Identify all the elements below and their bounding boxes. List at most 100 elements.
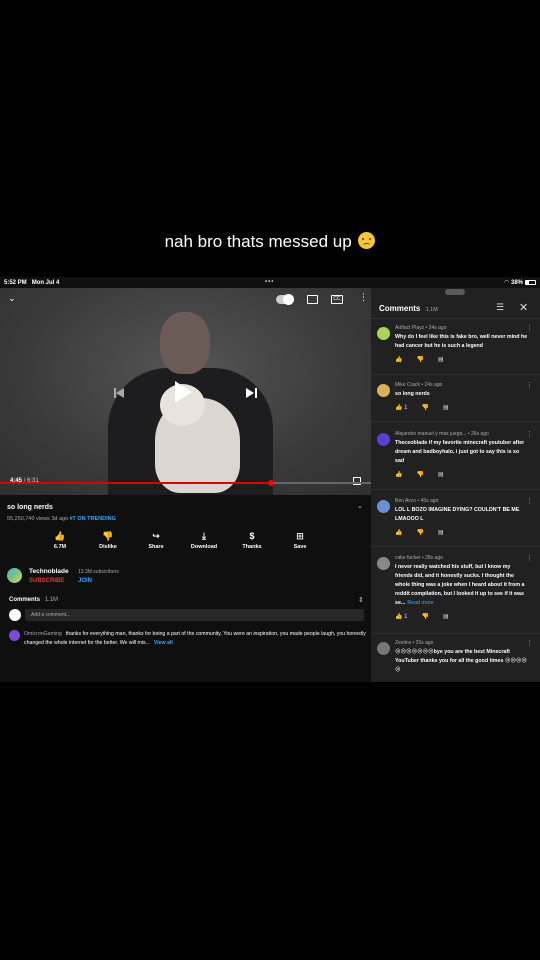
captions-icon[interactable]: CC: [331, 295, 343, 304]
dislike-button[interactable]: 👎 Dislike: [84, 530, 132, 550]
play-icon[interactable]: [175, 381, 192, 403]
video-person-head: [160, 312, 210, 374]
video-meta: 55,250,740 views 3d ago #7 ON TRENDING: [7, 516, 116, 522]
comment-more-icon[interactable]: ⋮: [526, 430, 533, 438]
comment-dislike-icon[interactable]: 👎: [416, 529, 423, 536]
top-comment-author: OmicronGaming: [24, 631, 62, 637]
subscribe-button[interactable]: SUBSCRIBE: [29, 578, 64, 584]
top-comment-text: thanks for everything man, thanks for be…: [24, 631, 366, 646]
chevron-down-icon[interactable]: ⌄: [8, 293, 16, 304]
comment-like-button[interactable]: 👍 1: [395, 404, 408, 411]
comment-author[interactable]: Artifact Playz • 24s ago: [395, 325, 447, 331]
download-button[interactable]: ⤓ Download: [180, 530, 228, 550]
next-icon[interactable]: [246, 388, 257, 398]
commenter-avatar[interactable]: [377, 557, 390, 570]
dislike-label: Dislike: [99, 544, 117, 550]
channel-name[interactable]: Technoblade: [29, 568, 69, 575]
divider: [371, 318, 540, 319]
comment-reply-icon[interactable]: ▤: [443, 404, 449, 411]
comment-reply-icon[interactable]: ▤: [443, 613, 449, 620]
divider: [371, 374, 540, 375]
battery-icon: [525, 280, 536, 285]
comment-more-icon[interactable]: ⋮: [526, 324, 533, 332]
read-more-link[interactable]: Read more: [407, 600, 433, 606]
commenter-avatar[interactable]: [377, 500, 390, 513]
progress-fill: [0, 482, 271, 484]
more-icon[interactable]: ⋮: [359, 292, 368, 303]
expand-comments-icon[interactable]: ⇕: [358, 596, 364, 604]
battery-percent: 38%: [510, 279, 523, 286]
commenter-avatar[interactable]: [377, 642, 390, 655]
comment-more-icon[interactable]: ⋮: [526, 381, 533, 389]
status-bar: 5:52 PM Mon Jul 4 ••• ◠ 38%: [0, 277, 540, 288]
comment-like-icon[interactable]: 👍: [395, 356, 402, 363]
comment-text: Why do I feel like this is fake bro, wel…: [395, 334, 528, 349]
divider: [371, 633, 540, 634]
status-time: 5:52 PM: [4, 279, 27, 286]
comment-actions: 👍 👎 ▤: [395, 529, 444, 536]
view-all-link[interactable]: View all: [154, 640, 173, 646]
save-button[interactable]: ⊞ Save: [276, 530, 324, 550]
autoplay-toggle-icon[interactable]: [276, 294, 294, 305]
progress-scrubber[interactable]: [267, 480, 274, 486]
share-button[interactable]: ↪ Share: [132, 530, 180, 550]
comment-author[interactable]: Zeelinx • 29s ago: [395, 640, 433, 646]
thanks-button[interactable]: $ Thanks: [228, 530, 276, 550]
comment-text: so long nerds: [395, 391, 430, 397]
comment-more-icon[interactable]: ⋮: [526, 639, 533, 647]
comments-header[interactable]: Comments 1.1M: [9, 597, 58, 603]
close-icon[interactable]: ✕: [519, 301, 528, 314]
view-count: 55,250,740 views: [7, 516, 50, 522]
video-player[interactable]: ⌄ CC ⋮ 4:45 / 6:31: [0, 288, 371, 495]
comment-author[interactable]: cake fucker • 28s ago: [395, 555, 443, 561]
like-label: 6.7M: [53, 544, 67, 550]
comment-like-count: 1: [404, 405, 408, 411]
commenter-avatar[interactable]: [377, 384, 390, 397]
upload-age: 3d ago: [51, 516, 69, 522]
video-progress-bar[interactable]: [0, 480, 371, 486]
comment-reply-icon[interactable]: ▤: [438, 356, 444, 363]
previous-icon[interactable]: [114, 388, 125, 398]
comment-like-count: 1: [404, 614, 408, 620]
comment-author[interactable]: Mike Crack • 24s ago: [395, 382, 442, 388]
comment-dislike-icon[interactable]: 👎: [416, 471, 423, 478]
save-label: Save: [293, 544, 307, 550]
comment-like-icon[interactable]: 👍: [395, 471, 402, 478]
drag-handle[interactable]: [445, 289, 465, 295]
comment-author[interactable]: Alejandro manuel y max juega... • 26s ag…: [395, 431, 489, 437]
comments-label: Comments: [9, 597, 41, 603]
sort-filter-icon[interactable]: ☰: [496, 302, 504, 313]
divider: [371, 421, 540, 422]
comment-author[interactable]: Ben Avco • 45s ago: [395, 498, 438, 504]
comment-reply-icon[interactable]: ▤: [438, 471, 444, 478]
thanks-label: Thanks: [242, 544, 262, 550]
worried-face-emoji-icon: [358, 232, 376, 249]
comment-more-icon[interactable]: ⋮: [526, 497, 533, 505]
comment-like-button[interactable]: 👍 1: [395, 613, 408, 620]
comment-dislike-icon[interactable]: 👎: [416, 356, 423, 363]
comment-more-icon[interactable]: ⋮: [526, 554, 533, 562]
expand-description-icon[interactable]: ⌄: [357, 502, 363, 510]
download-icon: ⤓: [202, 531, 206, 541]
ipad-screen: 5:52 PM Mon Jul 4 ••• ◠ 38% ⌄ CC ⋮ 4:45 …: [0, 277, 540, 682]
comment-reply-icon[interactable]: ▤: [438, 529, 444, 536]
comments-panel-count: 1.1M: [425, 307, 438, 313]
comment-like-icon[interactable]: 👍: [395, 529, 402, 536]
video-title: so long nerds: [7, 504, 53, 511]
multitask-dots-icon[interactable]: •••: [265, 279, 274, 285]
join-button[interactable]: JOIN: [78, 578, 92, 584]
trending-badge[interactable]: #7 ON TRENDING: [70, 516, 116, 522]
comment-dislike-icon[interactable]: 👎: [422, 404, 429, 411]
comment-text: 😢😢😢😢😢😢😢bye you are the best Minecraft Yo…: [395, 649, 527, 673]
add-comment-input[interactable]: Add a comment...: [25, 609, 364, 621]
wifi-icon: ◠: [504, 280, 509, 286]
comment-text: LOL L BOZO IMAGINE DYING? COULDN'T BE ME…: [395, 507, 520, 522]
comment-dislike-icon[interactable]: 👎: [422, 613, 429, 620]
comment-actions: 👍 1 👎 ▤: [395, 404, 449, 411]
commenter-avatar[interactable]: [377, 433, 390, 446]
cast-icon[interactable]: [307, 295, 318, 304]
top-comment-body: OmicronGaming thanks for everything man, …: [24, 630, 367, 648]
like-button[interactable]: 👍 6.7M: [36, 530, 84, 550]
channel-avatar[interactable]: [7, 568, 22, 583]
commenter-avatar[interactable]: [377, 327, 390, 340]
